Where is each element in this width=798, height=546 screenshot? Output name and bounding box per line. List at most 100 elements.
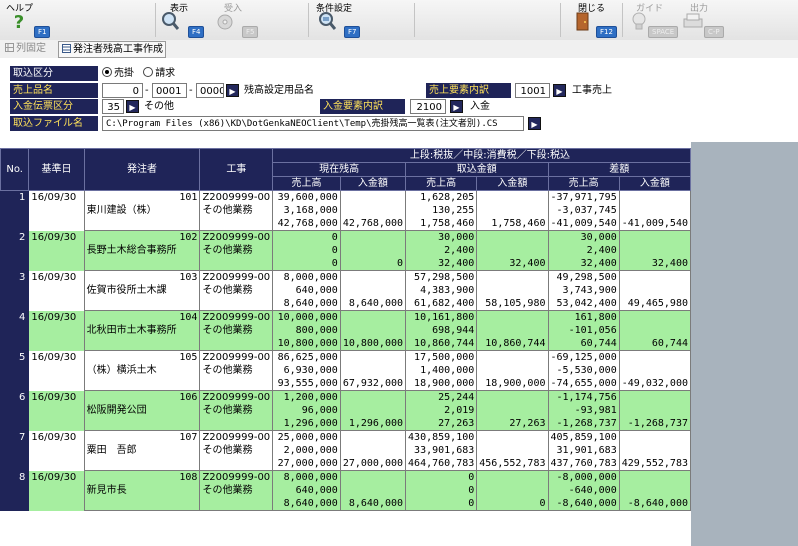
table-row[interactable]: 93,555,000 67,932,000 18,900,000 18,900,000… — [1, 377, 691, 391]
imported-payment-cell — [476, 390, 549, 404]
sales-item-code2-field[interactable]: 0001 — [152, 83, 187, 98]
table-row[interactable]: 8 16/09/30 108 Z2009999-00 8,000,000 0 -8,000,… — [0, 470, 691, 511]
payment-element-lookup-button[interactable]: ▶ — [450, 100, 463, 113]
sales-element-lookup-button[interactable]: ▶ — [553, 84, 566, 97]
imported-sales-cell: 10,161,800 — [405, 310, 478, 324]
imported-payment-cell — [476, 270, 549, 284]
table-row[interactable]: 7 16/09/30 107 Z2009999-00 25,000,000 430,859… — [0, 430, 691, 471]
diff-payment-cell — [618, 430, 691, 444]
payment-element-code-field[interactable]: 2100 — [410, 99, 446, 114]
table-row[interactable]: （株）横浜土木 その他業務 6,930,000 1,400,000 -5,530,000 — [1, 364, 691, 377]
table-row[interactable]: 1 16/09/30 101 Z2009999-00 39,600,000 1,628,2… — [0, 190, 691, 231]
current-sales-cell: 2,000,000 — [272, 444, 341, 457]
col-header-diff-payment[interactable]: 入金額 — [618, 176, 691, 191]
table-row[interactable]: 5 16/09/30 105 Z2009999-00 86,625,000 17,500,… — [0, 350, 691, 391]
table-row[interactable]: 長野土木総合事務所 その他業務 0 2,400 2,400 — [1, 244, 691, 257]
diff-payment-cell — [618, 244, 691, 257]
diff-sales-cell: -8,000,000 — [547, 470, 620, 484]
diff-sales-cell: 3,743,900 — [547, 284, 620, 297]
import-file-path-field[interactable]: C:\Program Files (x86)\KD\DotGenkaNEOCli… — [102, 116, 524, 131]
toolbar-separator — [560, 3, 561, 37]
row-date: 16/09/30 — [28, 310, 85, 351]
disc-icon — [217, 14, 233, 30]
col-header-project[interactable]: 工事 — [199, 148, 274, 191]
receive-button[interactable]: 受入 F5 — [212, 0, 259, 40]
table-row[interactable]: 27,000,000 27,000,000 464,760,783 456,552,7… — [1, 457, 691, 471]
diff-payment-cell: 429,552,783 — [618, 457, 691, 471]
imported-payment-cell — [476, 190, 549, 204]
balance-grid[interactable]: No. 基準日 発注者 工事 上段:税抜／中段:消費税／下段:税込 現在残高 取… — [0, 148, 691, 546]
col-header-no[interactable]: No. — [0, 148, 30, 191]
project-name: その他業務 — [199, 284, 274, 297]
col-header-imported-payment[interactable]: 入金額 — [476, 176, 549, 191]
current-sales-cell: 8,000,000 — [272, 270, 341, 284]
client-code: 106 — [83, 390, 201, 404]
table-row[interactable]: 新見市長 その他業務 640,000 0 -640,000 — [1, 484, 691, 497]
table-row[interactable]: 2 16/09/30 102 Z2009999-00 0 30,000 30,000 — [0, 230, 691, 271]
client-code: 101 — [83, 190, 201, 204]
sales-item-code3-field[interactable]: 000017 — [196, 83, 224, 98]
table-row[interactable]: 粟田 吾郎 その他業務 2,000,000 33,901,683 31,901,683 — [1, 444, 691, 457]
diff-sales-cell: -74,655,000 — [547, 377, 620, 391]
create-project-button[interactable]: 発注者残高工事作成 — [58, 41, 166, 58]
import-file-browse-button[interactable]: ▶ — [528, 117, 541, 130]
radio-sales-indicator — [102, 67, 112, 77]
client-blank — [83, 257, 201, 271]
radio-sales[interactable]: 売掛 — [102, 67, 134, 79]
help-key: F1 — [34, 26, 51, 38]
sales-item-code1-field[interactable]: 0 — [102, 83, 143, 98]
diff-sales-cell: 437,760,783 — [547, 457, 620, 471]
table-row[interactable]: 3 16/09/30 103 Z2009999-00 8,000,000 57,298,5… — [0, 270, 691, 311]
toolbar-separator — [155, 3, 156, 37]
imported-sales-cell: 0 — [405, 484, 478, 497]
table-row[interactable]: 北秋田市土木事務所 その他業務 800,000 698,944 -101,056 — [1, 324, 691, 337]
table-row[interactable]: 0 0 32,400 32,400 32,400 32,400 — [1, 257, 691, 271]
radio-sales-label: 売掛 — [114, 68, 134, 79]
sales-item-lookup-button[interactable]: ▶ — [226, 84, 239, 97]
table-row[interactable]: 1,296,000 1,296,000 27,263 27,263 -1,268,737… — [1, 417, 691, 431]
imported-payment-cell — [476, 244, 549, 257]
col-header-imported-sales[interactable]: 売上高 — [405, 176, 478, 191]
imported-sales-cell: 25,244 — [405, 390, 478, 404]
imported-payment-cell — [476, 324, 549, 337]
col-header-diff-sales[interactable]: 売上高 — [547, 176, 620, 191]
table-row[interactable]: 4 16/09/30 104 Z2009999-00 10,000,000 10,161,… — [0, 310, 691, 351]
import-conditions-form: 取込区分 売掛 請求 売上品名 0 - 0001 - 000017 ▶ 残高設定… — [0, 58, 798, 142]
col-header-current-payment[interactable]: 入金額 — [339, 176, 407, 191]
table-row[interactable]: 6 16/09/30 106 Z2009999-00 1,200,000 25,244 -1… — [0, 390, 691, 431]
table-row[interactable]: 東川建設（株） その他業務 3,168,000 130,255 -3,037,745 — [1, 204, 691, 217]
table-row[interactable]: 10,800,000 10,800,000 10,860,744 10,860,744… — [1, 337, 691, 351]
client-blank — [83, 417, 201, 431]
diff-payment-cell: 49,465,980 — [618, 297, 691, 311]
imported-sales-cell: 430,859,100 — [405, 430, 478, 444]
current-sales-cell: 86,625,000 — [272, 350, 341, 364]
col-header-current-sales[interactable]: 売上高 — [272, 176, 341, 191]
close-button[interactable]: 閉じる F12 — [568, 0, 618, 40]
sales-element-code-field[interactable]: 1001 — [515, 83, 550, 98]
radio-billing[interactable]: 請求 — [143, 67, 175, 79]
project-code: Z2009999-00 — [199, 230, 274, 244]
col-header-date[interactable]: 基準日 — [28, 148, 85, 191]
table-row[interactable]: 8,640,000 8,640,000 61,682,400 58,105,980 53… — [1, 297, 691, 311]
imported-payment-cell: 27,263 — [476, 417, 549, 431]
current-payment-cell — [339, 324, 407, 337]
table-row[interactable]: 42,768,000 42,768,000 1,758,460 1,758,460 -4… — [1, 217, 691, 231]
client-code: 107 — [83, 430, 201, 444]
current-sales-cell: 640,000 — [272, 484, 341, 497]
client-blank — [83, 297, 201, 311]
fix-columns-button[interactable]: 列固定 — [2, 41, 48, 56]
current-payment-cell — [339, 404, 407, 417]
payment-slip-code-field[interactable]: 35 — [102, 99, 124, 114]
diff-payment-cell — [618, 310, 691, 324]
condition-button[interactable]: 条件設定 F7 — [312, 0, 364, 40]
row-date: 16/09/30 — [28, 190, 85, 231]
display-button[interactable]: 表示 F4 — [158, 0, 206, 40]
help-button[interactable]: ヘルプ ? F1 — [2, 0, 51, 40]
col-header-client[interactable]: 発注者 — [83, 148, 201, 191]
guide-button[interactable]: ガイド SPACE — [626, 0, 679, 40]
table-row[interactable]: 佐賀市役所土木課 その他業務 640,000 4,383,900 3,743,900 — [1, 284, 691, 297]
payment-slip-lookup-button[interactable]: ▶ — [126, 100, 139, 113]
table-row[interactable]: 松阪開発公団 その他業務 96,000 2,019 -93,981 — [1, 404, 691, 417]
table-row[interactable]: 8,640,000 8,640,000 0 0 -8,640,000 -8,640,000 — [1, 497, 691, 511]
output-button[interactable]: 出力 C-P — [680, 0, 730, 40]
